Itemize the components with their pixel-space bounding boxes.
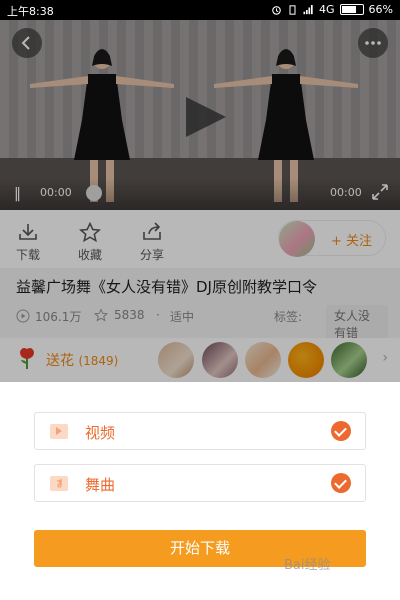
send-flower-button[interactable]: 送花 (1849) xyxy=(46,350,118,370)
total-time: 00:00 xyxy=(330,186,362,199)
play-count: 106.1万 xyxy=(35,310,82,324)
current-time: 00:00 xyxy=(40,186,72,199)
send-flower-label: 送花 xyxy=(46,353,74,369)
status-time: 上午8:38 xyxy=(7,5,54,18)
back-button[interactable] xyxy=(12,28,42,58)
vibrate-icon xyxy=(289,4,296,15)
fan-avatar[interactable] xyxy=(158,342,194,378)
network-type: 4G xyxy=(319,3,335,16)
option-music-label: 舞曲 xyxy=(85,476,116,494)
pause-icon[interactable]: ‖ xyxy=(14,186,21,202)
video-title: 益馨广场舞《女人没有错》DJ原创附教学口令 xyxy=(16,278,317,296)
check-icon[interactable] xyxy=(331,473,351,493)
flowers-row: 送花 (1849) › xyxy=(0,338,400,382)
video-controls: ‖ 00:00 00:00 xyxy=(0,178,400,210)
flower-count: (1849) xyxy=(78,354,119,368)
battery-icon xyxy=(339,4,364,15)
signal-icon xyxy=(303,4,313,14)
favorite-button[interactable]: 收藏 xyxy=(70,222,110,263)
watermark: Bai经验 xyxy=(284,558,331,573)
status-icons: 4G 66% xyxy=(271,3,393,16)
tag-label: 标签: xyxy=(274,310,303,324)
favorite-count: 5838 xyxy=(114,308,145,322)
seek-knob[interactable] xyxy=(86,185,102,201)
chevron-left-icon xyxy=(21,36,30,50)
rose-icon[interactable] xyxy=(16,346,38,370)
fan-avatar[interactable] xyxy=(288,342,324,378)
follow-label: + 关注 xyxy=(331,234,373,249)
fan-avatar[interactable] xyxy=(331,342,367,378)
share-icon xyxy=(143,222,161,240)
video-file-icon xyxy=(50,424,68,439)
video-player[interactable]: ‖ 00:00 00:00 xyxy=(0,20,400,210)
fullscreen-icon[interactable] xyxy=(370,182,390,202)
option-video-label: 视频 xyxy=(85,424,116,442)
share-button[interactable]: 分享 xyxy=(132,222,172,263)
favorite-count-icon xyxy=(94,308,108,322)
fan-avatar[interactable] xyxy=(245,342,281,378)
chevron-right-icon[interactable]: › xyxy=(382,350,388,366)
video-meta: 106.1万 5838 · 适中 标签: 女人没有错 xyxy=(16,305,388,343)
download-label: 下载 xyxy=(15,248,40,262)
action-row: 下载 收藏 分享 + 关注 xyxy=(0,210,400,268)
option-music[interactable]: 舞曲 xyxy=(34,464,366,502)
download-button[interactable]: 下载 xyxy=(8,222,48,263)
download-sheet: 视频 舞曲 开始下载 Bai经验 xyxy=(0,382,400,600)
more-button[interactable] xyxy=(358,28,388,58)
fan-avatar[interactable] xyxy=(202,342,238,378)
meta-separator: · xyxy=(156,308,160,322)
favorite-label: 收藏 xyxy=(77,248,102,262)
more-icon xyxy=(365,41,381,45)
author-avatar[interactable] xyxy=(279,221,315,257)
option-video[interactable]: 视频 xyxy=(34,412,366,450)
play-icon[interactable] xyxy=(186,97,226,137)
download-icon xyxy=(19,224,37,240)
alarm-icon xyxy=(272,5,281,15)
play-count-icon xyxy=(16,309,30,323)
music-file-icon xyxy=(50,476,68,491)
battery-percent: 66% xyxy=(368,3,393,16)
check-icon[interactable] xyxy=(331,421,351,441)
share-label: 分享 xyxy=(139,248,164,262)
follow-button[interactable]: + 关注 xyxy=(278,220,386,257)
status-bar: 上午8:38 4G 66% xyxy=(0,0,400,20)
star-icon xyxy=(79,222,101,242)
quality: 适中 xyxy=(170,310,195,324)
